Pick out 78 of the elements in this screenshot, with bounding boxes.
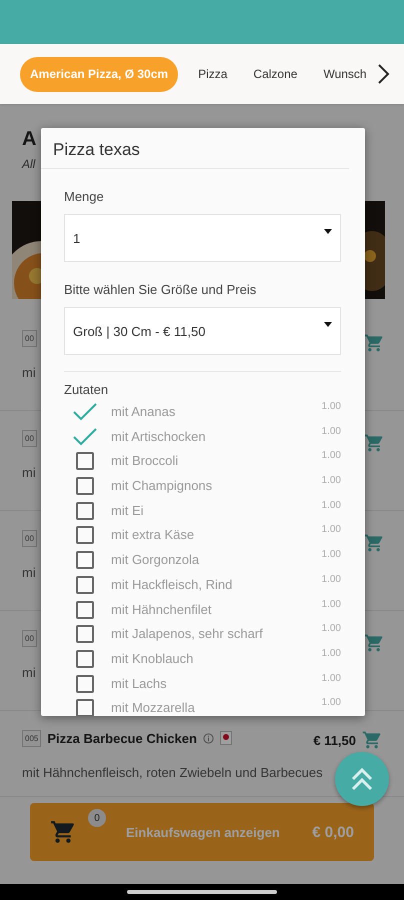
item-description: mi (22, 465, 36, 480)
ingredient-price: 1.00 (322, 672, 341, 684)
checkbox[interactable] (76, 625, 94, 644)
ingredient-name: mit Champignons (111, 478, 212, 494)
cart-icon (364, 433, 384, 453)
cart-icon (50, 819, 76, 845)
cart-icon (364, 333, 384, 353)
item-number: 00 (22, 630, 37, 646)
cart-total: € 0,00 (312, 824, 354, 840)
checkbox[interactable] (76, 674, 94, 693)
category-tab[interactable]: Pizza (188, 56, 238, 92)
checkbox[interactable] (76, 600, 94, 618)
checkbox[interactable] (76, 699, 94, 716)
ingredient-name: mit Jalapenos, sehr scharf (111, 626, 263, 642)
ingredient-name: mit Hackfleisch, Rind (111, 576, 232, 592)
field-label: Bitte wählen Sie Größe und Preis (64, 282, 258, 297)
ingredient-name: mit Artischocken (111, 428, 206, 444)
item-price: € 11,50 (313, 732, 356, 748)
ingredient-name: mit Knoblauch (111, 650, 194, 666)
ingredient-price: 1.00 (322, 598, 341, 610)
cart-icon (364, 633, 384, 653)
checkmark-icon[interactable] (72, 428, 98, 446)
dropdown[interactable]: Groß | 30 Cm - € 11,50 (64, 307, 341, 355)
item-description: mi (22, 565, 36, 580)
add-to-cart-icon (362, 730, 382, 750)
view-cart-button[interactable]: 0 Einkaufswagen anzeigen € 0,00 (30, 803, 374, 861)
category-tab[interactable]: Calzone (243, 56, 308, 92)
item-number: 00 (22, 430, 37, 446)
ingredient-price: 1.00 (322, 401, 341, 412)
cart-count: 0 (88, 809, 106, 827)
item-number: 00 (22, 530, 37, 546)
checkbox[interactable] (76, 650, 94, 668)
flag-icon (220, 731, 232, 745)
ingredient-name: mit Mozzarella (111, 700, 195, 716)
ingredient-name: mit Hähnchenfilet (111, 602, 212, 616)
dialog-title: Pizza texas (41, 128, 349, 169)
checkbox[interactable] (76, 477, 94, 496)
checkbox[interactable] (76, 576, 94, 594)
checkbox[interactable] (76, 526, 94, 544)
checkbox[interactable] (76, 452, 94, 470)
ingredient-name: mit extra Käse (111, 527, 194, 542)
item-description: mit Hähnchenfleisch, roten Zwiebeln und Barbecues (22, 765, 323, 780)
caret-icon (324, 229, 332, 234)
ingredient-price: 1.00 (322, 500, 341, 511)
ingredient-price: 1.00 (322, 426, 341, 437)
ingredient-price: 1.00 (322, 475, 341, 486)
ingredient-name: mit Gorgonzola (111, 552, 200, 568)
item-number: 00 (22, 330, 37, 346)
chevron-right-icon[interactable] (376, 63, 391, 85)
ingredient-price: 1.00 (322, 524, 341, 536)
cart-icon (364, 533, 384, 553)
ingredient-price: 1.00 (322, 450, 341, 462)
ingredients-label: Zutaten (64, 382, 110, 397)
category-tab[interactable]: Wunsch (313, 56, 377, 92)
checkbox[interactable] (76, 551, 94, 570)
double-chevron-up-icon (349, 766, 375, 792)
cart-label: Einkaufswagen anzeigen (126, 824, 280, 840)
ingredient-price: 1.00 (322, 697, 341, 708)
ingredient-price: 1.00 (322, 648, 341, 659)
field-label: Menge (64, 189, 105, 204)
dropdown[interactable]: 1 (64, 214, 341, 262)
section-title: A (22, 128, 36, 151)
checkbox[interactable] (76, 502, 94, 520)
item-name: Pizza Barbecue Chicken (47, 730, 197, 746)
caret-icon (324, 322, 332, 327)
item-number: 005 (22, 730, 42, 746)
ingredient-price: 1.00 (322, 549, 341, 560)
ingredient-name: mit Broccoli (111, 453, 178, 468)
section-subtitle: All (22, 157, 36, 171)
ingredient-name: mit Ananas (111, 404, 176, 419)
checkmark-icon[interactable] (72, 403, 98, 421)
item-description: mi (22, 665, 36, 680)
info-icon[interactable] (202, 732, 214, 744)
ingredient-name: mit Ei (111, 502, 144, 518)
ingredient-name: mit Lachs (111, 676, 167, 691)
ingredient-price: 1.00 (322, 623, 341, 634)
ingredient-price: 1.00 (322, 574, 341, 585)
item-description: mi (22, 365, 36, 380)
